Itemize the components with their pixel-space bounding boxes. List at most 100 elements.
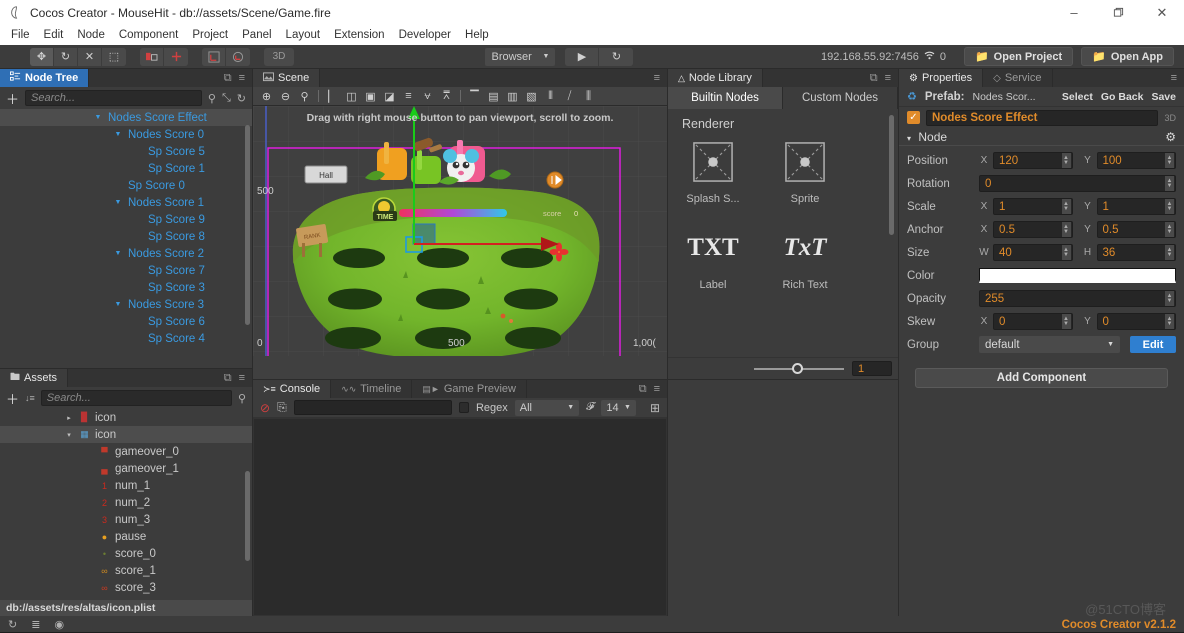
menu-item-layout[interactable]: Layout — [279, 27, 328, 43]
assets-list-item[interactable]: ● pause — [0, 528, 252, 545]
stepper-arrows[interactable]: ▲ ▼ — [1061, 245, 1071, 260]
tab-node-tree[interactable]: Node Tree — [0, 69, 90, 87]
node-tree-item[interactable]: Sp Score 3 — [0, 279, 252, 296]
space-h-icon[interactable]: ⦀ — [542, 89, 559, 104]
zoom-in-icon[interactable]: ⊕ — [258, 89, 275, 104]
close-button[interactable]: ✕ — [1140, 0, 1184, 25]
add-asset-button[interactable]: ＋ — [6, 389, 19, 408]
position-x-input[interactable]: 120 ▲ ▼ — [993, 152, 1073, 169]
scale-tool[interactable]: ✕ — [78, 47, 102, 66]
stepper-arrows[interactable]: ▲ ▼ — [1061, 314, 1071, 329]
node-section-header[interactable]: ▾ Node ⚙ — [899, 128, 1184, 146]
align-v-top-icon[interactable]: ▤ — [485, 89, 502, 104]
maximize-button[interactable] — [1096, 0, 1140, 25]
add-component-button[interactable]: Add Component — [915, 368, 1168, 388]
assets-list-item[interactable]: ▾ ▦ icon — [0, 426, 252, 443]
node-tree-item[interactable]: Sp Score 6 — [0, 313, 252, 330]
rotate-tool[interactable]: ↻ — [54, 47, 78, 66]
sort-icon[interactable]: ↓≡ — [25, 393, 35, 403]
chevron-down-icon[interactable]: ▾ — [64, 431, 74, 439]
tab-game-preview[interactable]: ▤► Game Preview — [412, 380, 527, 398]
node-tree-item[interactable]: Sp Score 7 — [0, 262, 252, 279]
space-even-icon[interactable]: ⫼ — [580, 89, 597, 104]
add-node-button[interactable]: ＋ — [6, 89, 19, 108]
zoom-slider[interactable] — [754, 362, 844, 374]
node-tree-item[interactable]: Sp Score 9 — [0, 211, 252, 228]
sync-icon[interactable]: ⧉ — [224, 72, 232, 85]
menu-item-project[interactable]: Project — [185, 27, 235, 43]
center-toggle[interactable] — [164, 47, 188, 66]
skew-x-input[interactable]: 0 ▲ ▼ — [993, 313, 1073, 330]
group-edit-button[interactable]: Edit — [1130, 336, 1176, 353]
console-output[interactable] — [253, 418, 667, 616]
node-tree-item[interactable]: ▼ Nodes Score Effect — [0, 109, 252, 126]
node-tree-item[interactable]: Sp Score 4 — [0, 330, 252, 347]
library-item-label[interactable]: TXT Label — [682, 225, 744, 291]
clear-console-icon[interactable]: ⊘ — [260, 401, 270, 415]
scene-viewport[interactable]: RANK TIME score 0 Hall 500 0 500 1,00(D… — [253, 106, 667, 379]
distribute-bottom-icon[interactable]: ⩞ — [438, 89, 455, 104]
expand-all-icon[interactable]: ⤡ — [222, 92, 231, 105]
assets-list-item[interactable]: ▀ gameover_0 — [0, 443, 252, 460]
refresh-tree-icon[interactable]: ↻ — [237, 92, 246, 105]
node-tree-item[interactable]: ▼ Nodes Score 0 — [0, 126, 252, 143]
stepper-arrows[interactable]: ▲ ▼ — [1165, 199, 1174, 214]
group-select[interactable]: default ▼ — [979, 336, 1120, 353]
distribute-middle-icon[interactable]: ⩝ — [419, 89, 436, 104]
minimize-button[interactable]: – — [1052, 0, 1096, 25]
sync-icon[interactable]: ⧉ — [639, 383, 647, 396]
subtab-builtin-nodes[interactable]: Builtin Nodes — [668, 87, 783, 109]
panel-menu-icon[interactable]: ≡ — [885, 72, 891, 84]
align-left-icon[interactable]: ▏ — [324, 89, 341, 104]
menu-item-file[interactable]: File — [4, 27, 37, 43]
align-v-bottom-icon[interactable]: ▧ — [523, 89, 540, 104]
search-icon[interactable]: ⚲ — [208, 92, 216, 105]
panel-menu-icon[interactable]: ≡ — [654, 383, 660, 395]
prefab-select-button[interactable]: Select — [1062, 91, 1093, 103]
node-tree-item[interactable]: ▼ Nodes Score 3 — [0, 296, 252, 313]
chevron-down-icon[interactable]: ▼ — [112, 131, 124, 138]
assets-list-item[interactable]: ∞ score_1 — [0, 562, 252, 579]
database-icon[interactable]: ≣ — [31, 618, 40, 631]
panel-menu-icon[interactable]: ≡ — [239, 372, 245, 384]
assets-list-item[interactable]: ▸ ▉ icon — [0, 409, 252, 426]
anchor-y-input[interactable]: 0.5 ▲ ▼ — [1096, 221, 1176, 238]
scale-y-input[interactable]: 1 ▲ ▼ — [1096, 198, 1176, 215]
assets-search-input[interactable]: Search... — [40, 390, 232, 406]
panel-menu-icon[interactable]: ≡ — [654, 72, 660, 84]
eye-icon[interactable]: ◉ — [54, 618, 64, 631]
stepper-arrows[interactable]: ▲ ▼ — [1165, 314, 1174, 329]
node-tree-item[interactable]: Sp Score 0 — [0, 177, 252, 194]
align-h-left-icon[interactable]: ◫ — [343, 89, 360, 104]
global-coord-toggle[interactable] — [226, 47, 250, 66]
node-name-input[interactable]: Nodes Score Effect — [926, 109, 1159, 126]
node-tree-item[interactable]: ▼ Nodes Score 2 — [0, 245, 252, 262]
zoom-value-input[interactable]: 1 — [852, 361, 892, 376]
search-icon[interactable]: ⚲ — [238, 392, 246, 405]
stepper-arrows[interactable]: ▲ ▼ — [1165, 291, 1174, 306]
size-y-input[interactable]: 36 ▲ ▼ — [1096, 244, 1176, 261]
library-item-sprite[interactable]: Sprite — [774, 139, 836, 205]
tab-node-library[interactable]: △ Node Library — [668, 69, 763, 87]
rect-tool[interactable]: ⬚ — [102, 47, 126, 66]
chevron-down-icon[interactable]: ▼ — [112, 199, 124, 206]
zoom-fit-icon[interactable]: ⚲ — [296, 89, 313, 104]
play-button[interactable]: ▶ — [565, 47, 600, 66]
menu-item-developer[interactable]: Developer — [392, 27, 458, 43]
stepper-arrows[interactable]: ▲ ▼ — [1165, 222, 1174, 237]
library-item-splash-sprite[interactable]: Splash S... — [682, 139, 744, 205]
tab-scene[interactable]: Scene — [253, 69, 321, 87]
pivot-toggle[interactable] — [140, 47, 164, 66]
log-level-select[interactable]: All ▼ — [514, 399, 580, 416]
local-coord-toggle[interactable] — [202, 47, 226, 66]
space-v-icon[interactable]: ⧸ — [561, 89, 578, 104]
size-x-input[interactable]: 40 ▲ ▼ — [993, 244, 1073, 261]
stepper-arrows[interactable]: ▲ ▼ — [1165, 153, 1174, 168]
assets-list-item[interactable]: • score_0 — [0, 545, 252, 562]
node-enabled-checkbox[interactable]: ✓ — [907, 111, 920, 124]
regex-checkbox[interactable] — [459, 402, 469, 413]
menu-item-panel[interactable]: Panel — [235, 27, 278, 43]
node-section-gear-icon[interactable]: ⚙ — [1165, 130, 1176, 144]
panel-menu-icon[interactable]: ≡ — [239, 72, 245, 84]
refresh-preview-button[interactable]: ↻ — [599, 47, 634, 66]
